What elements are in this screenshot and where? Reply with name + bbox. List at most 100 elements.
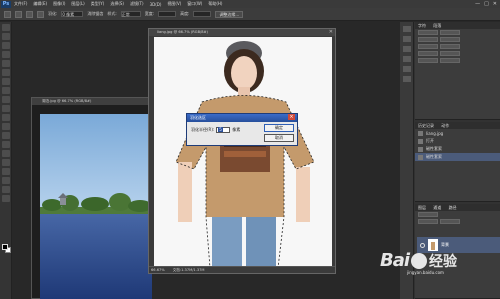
height-input[interactable]: [193, 11, 212, 17]
history-item[interactable]: liang.jpg: [415, 129, 500, 137]
width-input[interactable]: [158, 11, 177, 17]
menu-view[interactable]: 视图(V): [167, 1, 181, 7]
tab-channels[interactable]: 通道: [433, 205, 441, 210]
brush-panel-icon[interactable]: [402, 66, 411, 72]
history-item-selected[interactable]: 磁性套索: [415, 153, 500, 161]
font-style-select[interactable]: [440, 30, 460, 35]
text-color-swatch[interactable]: [440, 58, 460, 63]
gradient-tool-icon[interactable]: [1, 123, 10, 130]
history-brush-tool-icon[interactable]: [1, 105, 10, 112]
blend-mode-select[interactable]: [418, 219, 438, 224]
menu-select[interactable]: 选择(S): [110, 1, 124, 7]
snapshot-icon: [418, 130, 423, 136]
subtract-selection-icon[interactable]: [37, 10, 44, 18]
close-button[interactable]: ✕: [493, 1, 497, 7]
character-panel-icon[interactable]: [402, 46, 411, 52]
tab-layers[interactable]: 图层: [418, 205, 426, 210]
font-size-input[interactable]: [418, 37, 438, 42]
tracking-input[interactable]: [440, 44, 460, 49]
cancel-button[interactable]: 取消: [264, 134, 294, 142]
shape-tool-icon[interactable]: [1, 177, 10, 184]
add-selection-icon[interactable]: [26, 10, 33, 18]
lasso-tool-icon[interactable]: [1, 42, 10, 49]
foreground-color-swatch[interactable]: [2, 244, 8, 250]
kerning-input[interactable]: [418, 44, 438, 49]
zoom-tool-icon[interactable]: [1, 195, 10, 202]
history-item[interactable]: 磁性套索: [415, 145, 500, 153]
opacity-input[interactable]: [440, 219, 460, 224]
document-title[interactable]: 湖泊.jpg @ 66.7% (RGB/8#): [32, 98, 150, 105]
move-tool-icon[interactable]: [1, 24, 10, 31]
eyedropper-tool-icon[interactable]: [1, 69, 10, 76]
maximize-button[interactable]: □: [484, 1, 489, 7]
document-window-girl[interactable]: liang.jpg @ 66.7% (RGB/8#) ✕ 66.67% 文档:1…: [148, 28, 336, 274]
blur-tool-icon[interactable]: [1, 132, 10, 139]
menu-type[interactable]: 类型(Y): [91, 1, 105, 7]
feather-radius-input[interactable]: 5: [216, 127, 231, 133]
dialog-close-icon[interactable]: ×: [288, 114, 295, 120]
pen-tool-icon[interactable]: [1, 150, 10, 157]
tab-actions[interactable]: 动作: [441, 123, 449, 128]
menu-filter[interactable]: 滤镜(T): [130, 1, 144, 7]
baseline-shift-input[interactable]: [418, 58, 438, 63]
status-bar: 66.67% 文档:1.37M/1.37M: [149, 266, 335, 273]
dodge-tool-icon[interactable]: [1, 141, 10, 148]
zoom-level[interactable]: 66.67%: [151, 268, 165, 272]
eraser-tool-icon[interactable]: [1, 114, 10, 121]
horizontal-scale-input[interactable]: [440, 51, 460, 56]
image-canvas[interactable]: [154, 37, 332, 268]
menu-layer[interactable]: 图层(L): [71, 1, 84, 7]
properties-panel-icon[interactable]: [402, 36, 411, 42]
tab-history[interactable]: 历史记录: [418, 123, 434, 128]
minimize-button[interactable]: —: [475, 1, 480, 7]
menu-file[interactable]: 文件(F): [14, 1, 27, 7]
history-item[interactable]: 打开: [415, 137, 500, 145]
stamp-tool-icon[interactable]: [1, 96, 10, 103]
quick-select-tool-icon[interactable]: [1, 51, 10, 58]
feather-radius-label: 羽化半径(R):: [191, 127, 215, 132]
char-row: [415, 50, 500, 57]
feather-unit-label: 像素: [232, 127, 241, 132]
ok-button[interactable]: 确定: [264, 124, 294, 132]
tab-paragraph[interactable]: 段落: [433, 23, 441, 28]
tab-paths[interactable]: 路径: [449, 205, 457, 210]
watermark-brand: Bai: [380, 250, 410, 271]
layer-kind-select[interactable]: [418, 212, 438, 217]
feather-radius-row: 羽化半径(R): 5 像素: [191, 127, 240, 133]
visibility-eye-icon[interactable]: [420, 242, 425, 248]
char-row: [415, 29, 500, 36]
font-family-select[interactable]: [418, 30, 438, 35]
document-window-lake[interactable]: 湖泊.jpg @ 66.7% (RGB/8#): [31, 97, 152, 299]
menu-window[interactable]: 窗口(W): [187, 1, 202, 7]
menu-edit[interactable]: 编辑(E): [33, 1, 47, 7]
marquee-tool-icon[interactable]: [1, 33, 10, 40]
char-row: [415, 36, 500, 43]
panel-tabs: 图层 通道 路径: [415, 204, 500, 211]
menu-help[interactable]: 帮助(H): [208, 1, 222, 7]
antialias-checkbox[interactable]: 消除锯齿: [87, 11, 103, 17]
new-selection-icon[interactable]: [15, 10, 22, 18]
style-select[interactable]: 正常: [120, 11, 141, 17]
close-icon[interactable]: ✕: [329, 29, 333, 36]
panel-tabs: 字符 段落: [415, 22, 500, 29]
hand-tool-icon[interactable]: [1, 186, 10, 193]
paragraph-panel-icon[interactable]: [402, 56, 411, 62]
document-title[interactable]: liang.jpg @ 66.7% (RGB/8#): [149, 29, 335, 36]
type-tool-icon[interactable]: [1, 159, 10, 166]
lake-photo-water: [40, 214, 152, 299]
swatches-panel-icon[interactable]: [402, 76, 411, 82]
refine-edge-button[interactable]: 调整边缘...: [215, 10, 244, 18]
feather-input[interactable]: 0 像素: [61, 11, 84, 17]
healing-tool-icon[interactable]: [1, 78, 10, 85]
leading-input[interactable]: [440, 37, 460, 42]
tab-character[interactable]: 字符: [418, 23, 426, 28]
crop-tool-icon[interactable]: [1, 60, 10, 67]
lasso-tool-icon[interactable]: [4, 10, 11, 18]
menu-image[interactable]: 图像(I): [53, 1, 65, 7]
menu-3d[interactable]: 3D(D): [150, 2, 162, 7]
path-select-tool-icon[interactable]: [1, 168, 10, 175]
brush-tool-icon[interactable]: [1, 87, 10, 94]
vertical-scale-input[interactable]: [418, 51, 438, 56]
lake-photo-trees: [40, 193, 152, 215]
history-panel-icon[interactable]: [402, 26, 411, 32]
